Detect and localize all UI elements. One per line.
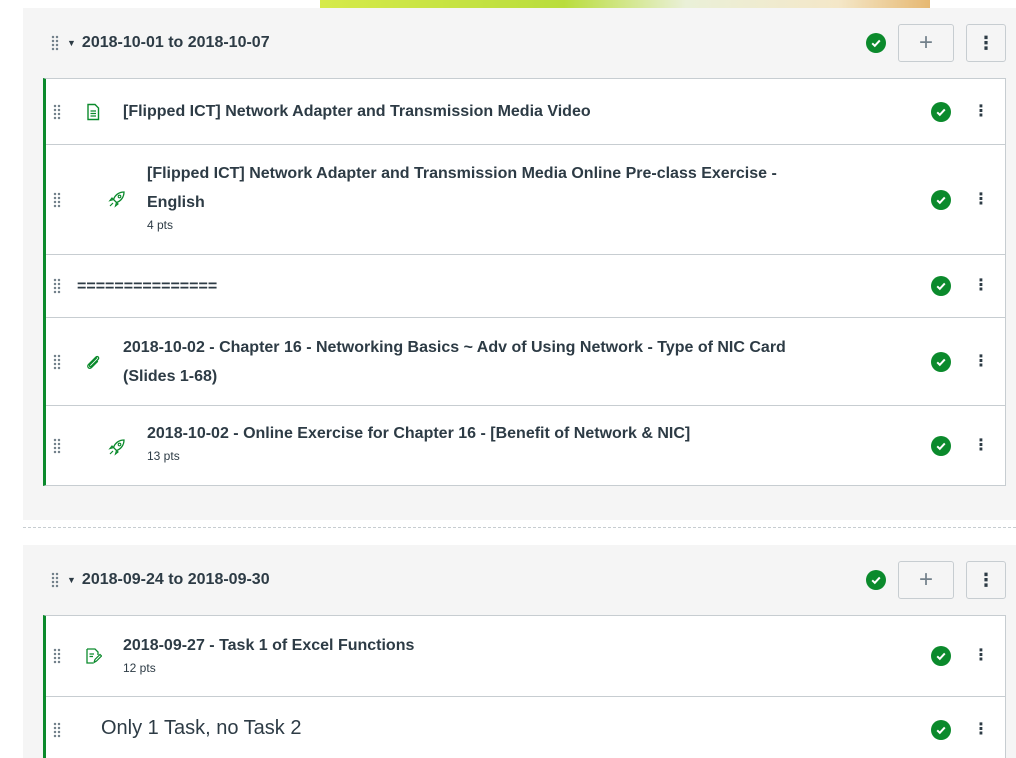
module-item[interactable]: 2018-10-02 - Chapter 16 - Networking Bas…: [46, 318, 1005, 406]
module-header[interactable]: ▼ 2018-09-24 to 2018-09-30 + ⋮: [23, 545, 1016, 615]
module-items-list: [Flipped ICT] Network Adapter and Transm…: [43, 78, 1006, 486]
published-check-icon[interactable]: [866, 570, 886, 590]
drag-handle-icon[interactable]: [53, 103, 61, 120]
published-check-icon[interactable]: [931, 351, 951, 372]
page-icon: [83, 102, 103, 122]
item-points: 13 pts: [147, 449, 180, 463]
item-menu-button[interactable]: ⋮: [973, 191, 989, 208]
drag-handle-icon[interactable]: [53, 353, 61, 370]
item-title[interactable]: [Flipped ICT] Network Adapter and Transm…: [123, 97, 591, 126]
module-menu-button[interactable]: ⋮: [966, 24, 1006, 62]
module-separator: [23, 527, 1016, 528]
published-check-icon[interactable]: [931, 436, 951, 456]
module-item[interactable]: 2018-09-27 - Task 1 of Excel Functions 1…: [46, 616, 1005, 697]
module-item[interactable]: [Flipped ICT] Network Adapter and Transm…: [46, 79, 1005, 145]
item-title[interactable]: 2018-10-02 - Chapter 16 - Networking Bas…: [123, 333, 786, 362]
module-item[interactable]: 2018-10-02 - Online Exercise for Chapter…: [46, 406, 1005, 486]
item-title[interactable]: ===============: [77, 272, 217, 301]
module-item[interactable]: [Flipped ICT] Network Adapter and Transm…: [46, 145, 1005, 255]
item-title-continued[interactable]: English: [147, 188, 777, 217]
published-check-icon[interactable]: [931, 189, 951, 210]
subheader-item[interactable]: =============== ⋮: [46, 255, 1005, 318]
course-banner-image: [320, 0, 930, 8]
item-menu-button[interactable]: ⋮: [973, 278, 989, 294]
module-menu-button[interactable]: ⋮: [966, 561, 1006, 599]
module-items-list: 2018-09-27 - Task 1 of Excel Functions 1…: [43, 615, 1006, 758]
quiz-rocket-icon: [107, 189, 127, 209]
module-title[interactable]: 2018-10-01 to 2018-10-07: [82, 34, 270, 52]
module-2018-09-24: ▼ 2018-09-24 to 2018-09-30 + ⋮ 2018-09-2…: [23, 545, 1016, 758]
drag-handle-icon[interactable]: [53, 648, 61, 664]
assignment-icon: [83, 646, 103, 666]
published-check-icon[interactable]: [931, 719, 951, 740]
module-header[interactable]: ▼ 2018-10-01 to 2018-10-07 + ⋮: [23, 8, 1016, 78]
item-points: 4 pts: [147, 218, 174, 232]
drag-handle-icon[interactable]: [51, 35, 59, 51]
module-title[interactable]: 2018-09-24 to 2018-09-30: [82, 571, 270, 589]
drag-handle-icon[interactable]: [53, 721, 61, 738]
item-menu-button[interactable]: ⋮: [973, 721, 989, 738]
item-title[interactable]: Only 1 Task, no Task 2: [101, 714, 301, 743]
item-title-continued[interactable]: (Slides 1-68): [123, 362, 786, 391]
item-menu-button[interactable]: ⋮: [973, 103, 989, 120]
attachment-icon: [83, 352, 103, 372]
collapse-caret-icon[interactable]: ▼: [67, 575, 76, 585]
published-check-icon[interactable]: [931, 646, 951, 666]
published-check-icon[interactable]: [931, 101, 951, 122]
item-menu-button[interactable]: ⋮: [973, 353, 989, 370]
item-title[interactable]: 2018-10-02 - Online Exercise for Chapter…: [147, 419, 690, 448]
item-menu-button[interactable]: ⋮: [973, 438, 989, 454]
drag-handle-icon[interactable]: [51, 572, 59, 588]
collapse-caret-icon[interactable]: ▼: [67, 38, 76, 48]
quiz-rocket-icon: [107, 437, 127, 457]
subheader-item[interactable]: Only 1 Task, no Task 2 ⋮: [46, 697, 1005, 758]
item-title[interactable]: 2018-09-27 - Task 1 of Excel Functions: [123, 631, 414, 660]
add-item-button[interactable]: +: [898, 561, 954, 599]
module-header-actions: + ⋮: [866, 545, 1016, 615]
item-menu-button[interactable]: ⋮: [973, 648, 989, 664]
drag-handle-icon[interactable]: [53, 191, 61, 208]
published-check-icon[interactable]: [866, 33, 886, 53]
add-item-button[interactable]: +: [898, 24, 954, 62]
item-points: 12 pts: [123, 661, 156, 675]
item-title[interactable]: [Flipped ICT] Network Adapter and Transm…: [147, 159, 777, 188]
drag-handle-icon[interactable]: [53, 278, 61, 294]
published-check-icon[interactable]: [931, 276, 951, 296]
drag-handle-icon[interactable]: [53, 438, 61, 454]
module-header-actions: + ⋮: [866, 8, 1016, 78]
module-2018-10-01: ▼ 2018-10-01 to 2018-10-07 + ⋮ [Flipped …: [23, 8, 1016, 520]
